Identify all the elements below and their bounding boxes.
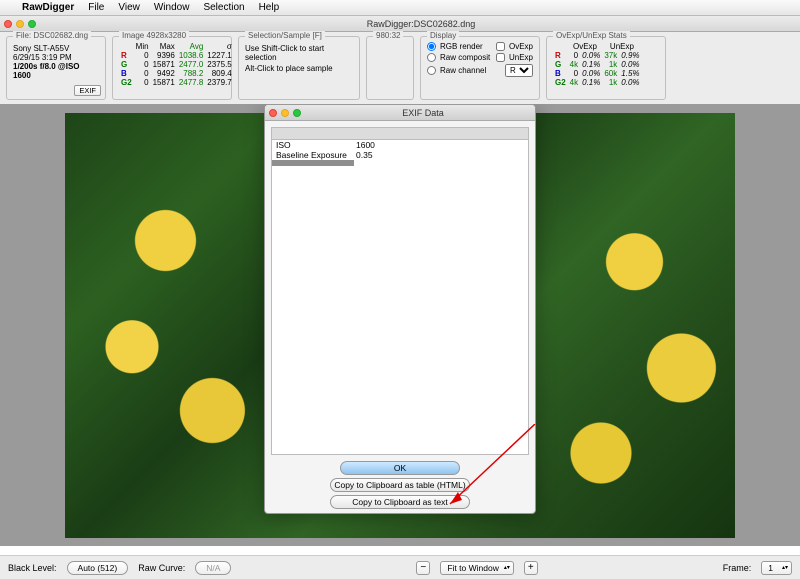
zoom-icon[interactable] (28, 20, 36, 28)
raw-curve-value: N/A (195, 561, 231, 575)
selection-line1: Use Shift-Click to start selection (245, 44, 353, 62)
unexp-checkbox[interactable] (496, 53, 505, 62)
frame-select[interactable]: 1 (761, 561, 792, 575)
image-panel: Image 4928x3280 Min Max Avg σ R093961038… (112, 36, 232, 100)
frame-label: Frame: (723, 563, 752, 573)
exif-row: ISO1600 (272, 140, 528, 150)
window-title: RawDigger:DSC02682.dng (46, 19, 796, 29)
exif-button[interactable]: EXIF (74, 85, 101, 96)
footer-bar: Black Level: Auto (512) Raw Curve: N/A −… (0, 555, 800, 579)
raw-curve-label: Raw Curve: (138, 563, 185, 573)
ratio-panel-title: 980:32 (373, 31, 403, 40)
stats-table: OvExpUnExp R00.0%37k0.9% G4k0.1%1k0.0% B… (553, 42, 642, 87)
ratio-panel: 980:32 (366, 36, 414, 100)
stats-panel: OvExp/UnExp Stats OvExpUnExp R00.0%37k0.… (546, 36, 666, 100)
close-icon[interactable] (4, 20, 12, 28)
image-stats-table: Min Max Avg σ R093961038.61227.1 G015871… (119, 42, 234, 87)
window-titlebar: RawDigger:DSC02682.dng (0, 16, 800, 32)
dialog-title: EXIF Data (311, 108, 535, 118)
display-panel-title: Display (427, 31, 459, 40)
exif-row-selected[interactable] (272, 160, 354, 166)
info-panels: File: DSC02682.dng Sony SLT-A55V 6/29/15… (0, 32, 800, 104)
exif-row: Baseline Exposure0.35 (272, 150, 528, 160)
image-viewer[interactable]: EXIF Data ISO1600 Baseline Exposure0.35 … (0, 104, 800, 546)
black-level-button[interactable]: Auto (512) (67, 561, 129, 575)
selection-panel: Selection/Sample [F] Use Shift-Click to … (238, 36, 360, 100)
camera-label: Sony SLT-A55V (13, 44, 99, 53)
exif-list-header (272, 128, 528, 140)
exif-dialog: EXIF Data ISO1600 Baseline Exposure0.35 … (264, 104, 536, 514)
minimize-icon[interactable] (16, 20, 24, 28)
display-panel: Display RGB renderOvExp Raw compositUnEx… (420, 36, 540, 100)
copy-html-button[interactable]: Copy to Clipboard as table (HTML) (330, 478, 470, 492)
raw-channel-radio[interactable] (427, 66, 436, 75)
dialog-zoom-icon[interactable] (293, 109, 301, 117)
menu-help[interactable]: Help (259, 2, 280, 13)
dialog-close-icon[interactable] (269, 109, 277, 117)
menu-window[interactable]: Window (154, 2, 190, 13)
app-name[interactable]: RawDigger (22, 2, 74, 13)
ovexp-checkbox[interactable] (496, 42, 505, 51)
exposure-label: 1/200s f/8.0 @ISO 1600 (13, 62, 99, 80)
ok-button[interactable]: OK (340, 461, 460, 475)
date-label: 6/29/15 3:19 PM (13, 53, 99, 62)
menu-file[interactable]: File (88, 2, 104, 13)
exif-listbox[interactable]: ISO1600 Baseline Exposure0.35 (271, 127, 529, 455)
channel-select[interactable]: R (505, 64, 533, 77)
stats-panel-title: OvExp/UnExp Stats (553, 31, 630, 40)
copy-text-button[interactable]: Copy to Clipboard as text (330, 495, 470, 509)
selection-panel-title: Selection/Sample [F] (245, 31, 325, 40)
dialog-minimize-icon[interactable] (281, 109, 289, 117)
raw-composite-radio[interactable] (427, 53, 436, 62)
zoom-select[interactable]: Fit to Window (440, 561, 514, 575)
menu-selection[interactable]: Selection (203, 2, 244, 13)
selection-line2: Alt-Click to place sample (245, 64, 353, 73)
image-panel-title: Image 4928x3280 (119, 31, 189, 40)
zoom-out-button[interactable]: − (416, 561, 430, 575)
zoom-in-button[interactable]: + (524, 561, 538, 575)
menubar[interactable]: RawDigger File View Window Selection Hel… (0, 0, 800, 16)
black-level-label: Black Level: (8, 563, 57, 573)
file-panel: File: DSC02682.dng Sony SLT-A55V 6/29/15… (6, 36, 106, 100)
menu-view[interactable]: View (118, 2, 140, 13)
file-panel-title: File: DSC02682.dng (13, 31, 91, 40)
rgb-render-radio[interactable] (427, 42, 436, 51)
